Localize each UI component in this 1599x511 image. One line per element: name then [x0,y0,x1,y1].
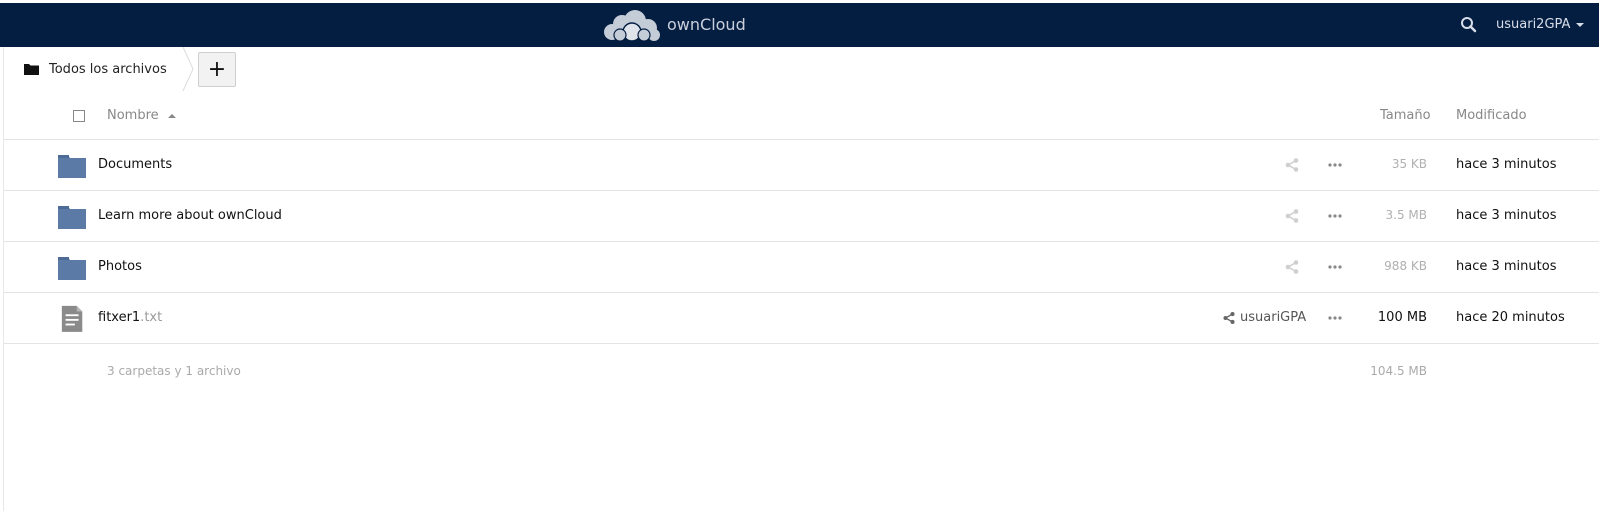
shared-with[interactable]: usuariGPA [1222,310,1306,325]
column-name-label: Nombre [107,108,159,123]
table-row[interactable]: Learn more about ownCloud 3.5 MB hace 3 … [4,191,1599,242]
file-modified: hace 3 minutos [1456,208,1557,223]
breadcrumb-root[interactable]: Todos los archivos [4,47,181,91]
breadcrumb: Todos los archivos [4,47,195,91]
share-icon [1223,311,1235,324]
file-modified: hace 20 minutos [1456,310,1565,325]
file-modified: hace 3 minutos [1456,259,1557,274]
user-menu[interactable]: usuari2GPA [1496,17,1585,32]
text-file-icon [61,305,83,332]
file-name[interactable]: Photos [98,259,142,274]
file-size: 3.5 MB [1385,208,1427,222]
folder-icon [58,155,86,178]
summary-size: 104.5 MB [1370,364,1427,378]
share-icon[interactable] [1284,157,1300,173]
select-all-checkbox[interactable] [73,110,85,122]
folder-icon [58,257,86,280]
owncloud-logo[interactable]: ownCloud [602,8,746,44]
table-header: Nombre Tamaño Modificado [4,91,1599,140]
more-options-icon[interactable] [1327,162,1343,168]
summary-count: 3 carpetas y 1 archivo [107,364,241,378]
table-row[interactable]: Photos 988 KB hace 3 minutos [4,242,1599,293]
more-options-icon[interactable] [1327,213,1343,219]
file-size: 988 KB [1384,259,1427,273]
column-modified[interactable]: Modificado [1456,108,1527,123]
more-options-icon[interactable] [1327,315,1343,321]
table-summary: 3 carpetas y 1 archivo 104.5 MB [4,362,1599,382]
table-row[interactable]: Documents 35 KB hace 3 minutos [4,140,1599,191]
file-extension: .txt [140,310,163,325]
table-row[interactable]: fitxer1.txt usuariGPA 100 MB hace 20 min… [4,293,1599,344]
column-size[interactable]: Tamaño [1380,108,1431,123]
top-bar: ownCloud usuari2GPA [0,3,1599,47]
caret-down-icon [1576,22,1585,27]
shared-with-user: usuariGPA [1240,310,1307,325]
cloud-logo-icon [604,10,660,42]
breadcrumb-label: Todos los archivos [49,61,167,77]
share-icon[interactable] [1284,259,1300,275]
user-name: usuari2GPA [1496,17,1571,32]
file-size: 100 MB [1377,310,1427,325]
search-icon[interactable] [1459,15,1479,35]
new-button[interactable]: + [198,52,236,87]
file-name-group[interactable]: fitxer1.txt [98,310,162,325]
breadcrumb-separator-icon [182,47,194,91]
share-icon[interactable] [1284,208,1300,224]
column-name[interactable]: Nombre [107,108,176,123]
files-content: Todos los archivos + Nombre Tamaño Modif… [3,47,1599,511]
file-name: fitxer1 [98,310,141,325]
file-name[interactable]: Documents [98,157,172,172]
folder-icon [24,64,39,75]
sort-ascending-icon [167,113,176,118]
folder-icon [58,206,86,229]
file-name[interactable]: Learn more about ownCloud [98,208,282,223]
file-size: 35 KB [1391,157,1427,171]
file-modified: hace 3 minutos [1456,157,1557,172]
app-name: ownCloud [667,14,746,34]
more-options-icon[interactable] [1327,264,1343,270]
